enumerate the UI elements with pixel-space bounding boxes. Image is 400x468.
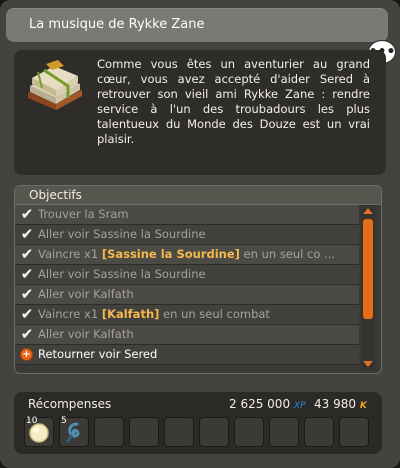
xp-reward: 2 625 000 XP (229, 397, 306, 411)
objective-row[interactable]: ✔ Aller voir Sassine la Sourdine (15, 225, 359, 245)
reward-quantity: 5 (61, 416, 67, 426)
objective-prefix: Vaincre x1 (38, 247, 102, 261)
rewards-title: Récompenses (28, 397, 112, 411)
objective-label: Trouver la Sram (38, 207, 129, 221)
checkmark-icon: ✔ (20, 225, 34, 243)
title-bar[interactable]: La musique de Rykke Zane (6, 8, 388, 42)
checkmark-icon: ✔ (20, 285, 34, 303)
objectives-scrollbar[interactable] (361, 205, 375, 370)
kamas-reward: 43 980 K (314, 397, 367, 411)
objectives-title: Objectifs (29, 188, 82, 202)
scroll-up-arrow-icon[interactable] (363, 208, 373, 214)
xp-value: 2 625 000 (229, 397, 291, 411)
scroll-down-arrow-icon[interactable] (363, 361, 373, 367)
scrollbar-thumb[interactable] (363, 219, 373, 319)
kamas-icon: K (359, 401, 367, 411)
objective-label: Aller voir Sassine la Sourdine (38, 227, 206, 241)
objective-suffix: en un seul co ... (239, 247, 336, 261)
checkmark-icon: ✔ (20, 265, 34, 283)
objective-label: Retourner voir Sered (38, 347, 158, 361)
quest-description-panel: Comme vous êtes un aventurier au grand c… (14, 50, 386, 175)
reward-slot-empty[interactable] (199, 417, 229, 447)
reward-slot-empty[interactable] (234, 417, 264, 447)
checkmark-icon: ✔ (20, 245, 34, 263)
rewards-panel: Récompenses 2 625 000 XP 43 980 K 10 5 (14, 392, 382, 454)
monster-link[interactable]: [Sassine la Sourdine] (102, 247, 240, 261)
objective-label: Vaincre x1 [Sassine la Sourdine] en un s… (38, 245, 335, 264)
checkmark-icon: ✔ (20, 305, 34, 323)
reward-slot[interactable]: 10 (24, 416, 54, 447)
quest-book-icon (28, 60, 82, 110)
checkmark-icon: ✔ (20, 325, 34, 343)
objectives-header: Objectifs (15, 186, 381, 205)
objective-row[interactable]: ✔ Aller voir Kalfath (15, 325, 359, 345)
monster-link[interactable]: [Kalfath] (102, 307, 160, 321)
objective-label: Aller voir Kalfath (38, 287, 134, 301)
window-title: La musique de Rykke Zane (29, 17, 205, 32)
quest-window: La musique de Rykke Zane ••• Comme vous … (0, 0, 400, 468)
objective-prefix: Vaincre x1 (38, 307, 102, 321)
reward-slot-empty[interactable] (304, 417, 334, 447)
quest-description-text: Comme vous êtes un aventurier au grand c… (97, 57, 370, 146)
reward-slot-empty[interactable] (164, 417, 194, 447)
objective-label: Aller voir Kalfath (38, 327, 134, 341)
objective-row[interactable]: ✔ Aller voir Sassine la Sourdine (15, 265, 359, 285)
reward-quantity: 10 (26, 416, 38, 426)
objective-label: Vaincre x1 [Kalfath] en un seul combat (38, 305, 270, 324)
reward-slot[interactable]: 5 (59, 416, 89, 447)
reward-slot-empty[interactable] (129, 417, 159, 447)
objective-row[interactable]: ✔ Aller voir Kalfath (15, 285, 359, 305)
objective-suffix: en un seul combat (159, 307, 270, 321)
objective-row[interactable]: ✔ Vaincre x1 [Kalfath] en un seul combat (15, 305, 359, 325)
objective-label: Aller voir Sassine la Sourdine (38, 267, 206, 281)
kamas-value: 43 980 (314, 397, 356, 411)
objective-row[interactable]: ✔ Vaincre x1 [Sassine la Sourdine] en un… (15, 245, 359, 265)
objectives-panel: Objectifs ✔ Trouver la Sram ✔ Aller voir… (14, 185, 382, 374)
reward-slot-empty[interactable] (94, 417, 124, 447)
plus-circle-icon[interactable]: + (20, 348, 33, 361)
objectives-list: ✔ Trouver la Sram ✔ Aller voir Sassine l… (15, 205, 359, 365)
reward-slot-empty[interactable] (269, 417, 299, 447)
checkmark-icon: ✔ (20, 205, 34, 223)
objective-row-current[interactable]: + Retourner voir Sered (15, 345, 359, 365)
xp-unit: XP (293, 401, 306, 411)
reward-slot-empty[interactable] (339, 417, 369, 447)
objective-row[interactable]: ✔ Trouver la Sram (15, 205, 359, 225)
